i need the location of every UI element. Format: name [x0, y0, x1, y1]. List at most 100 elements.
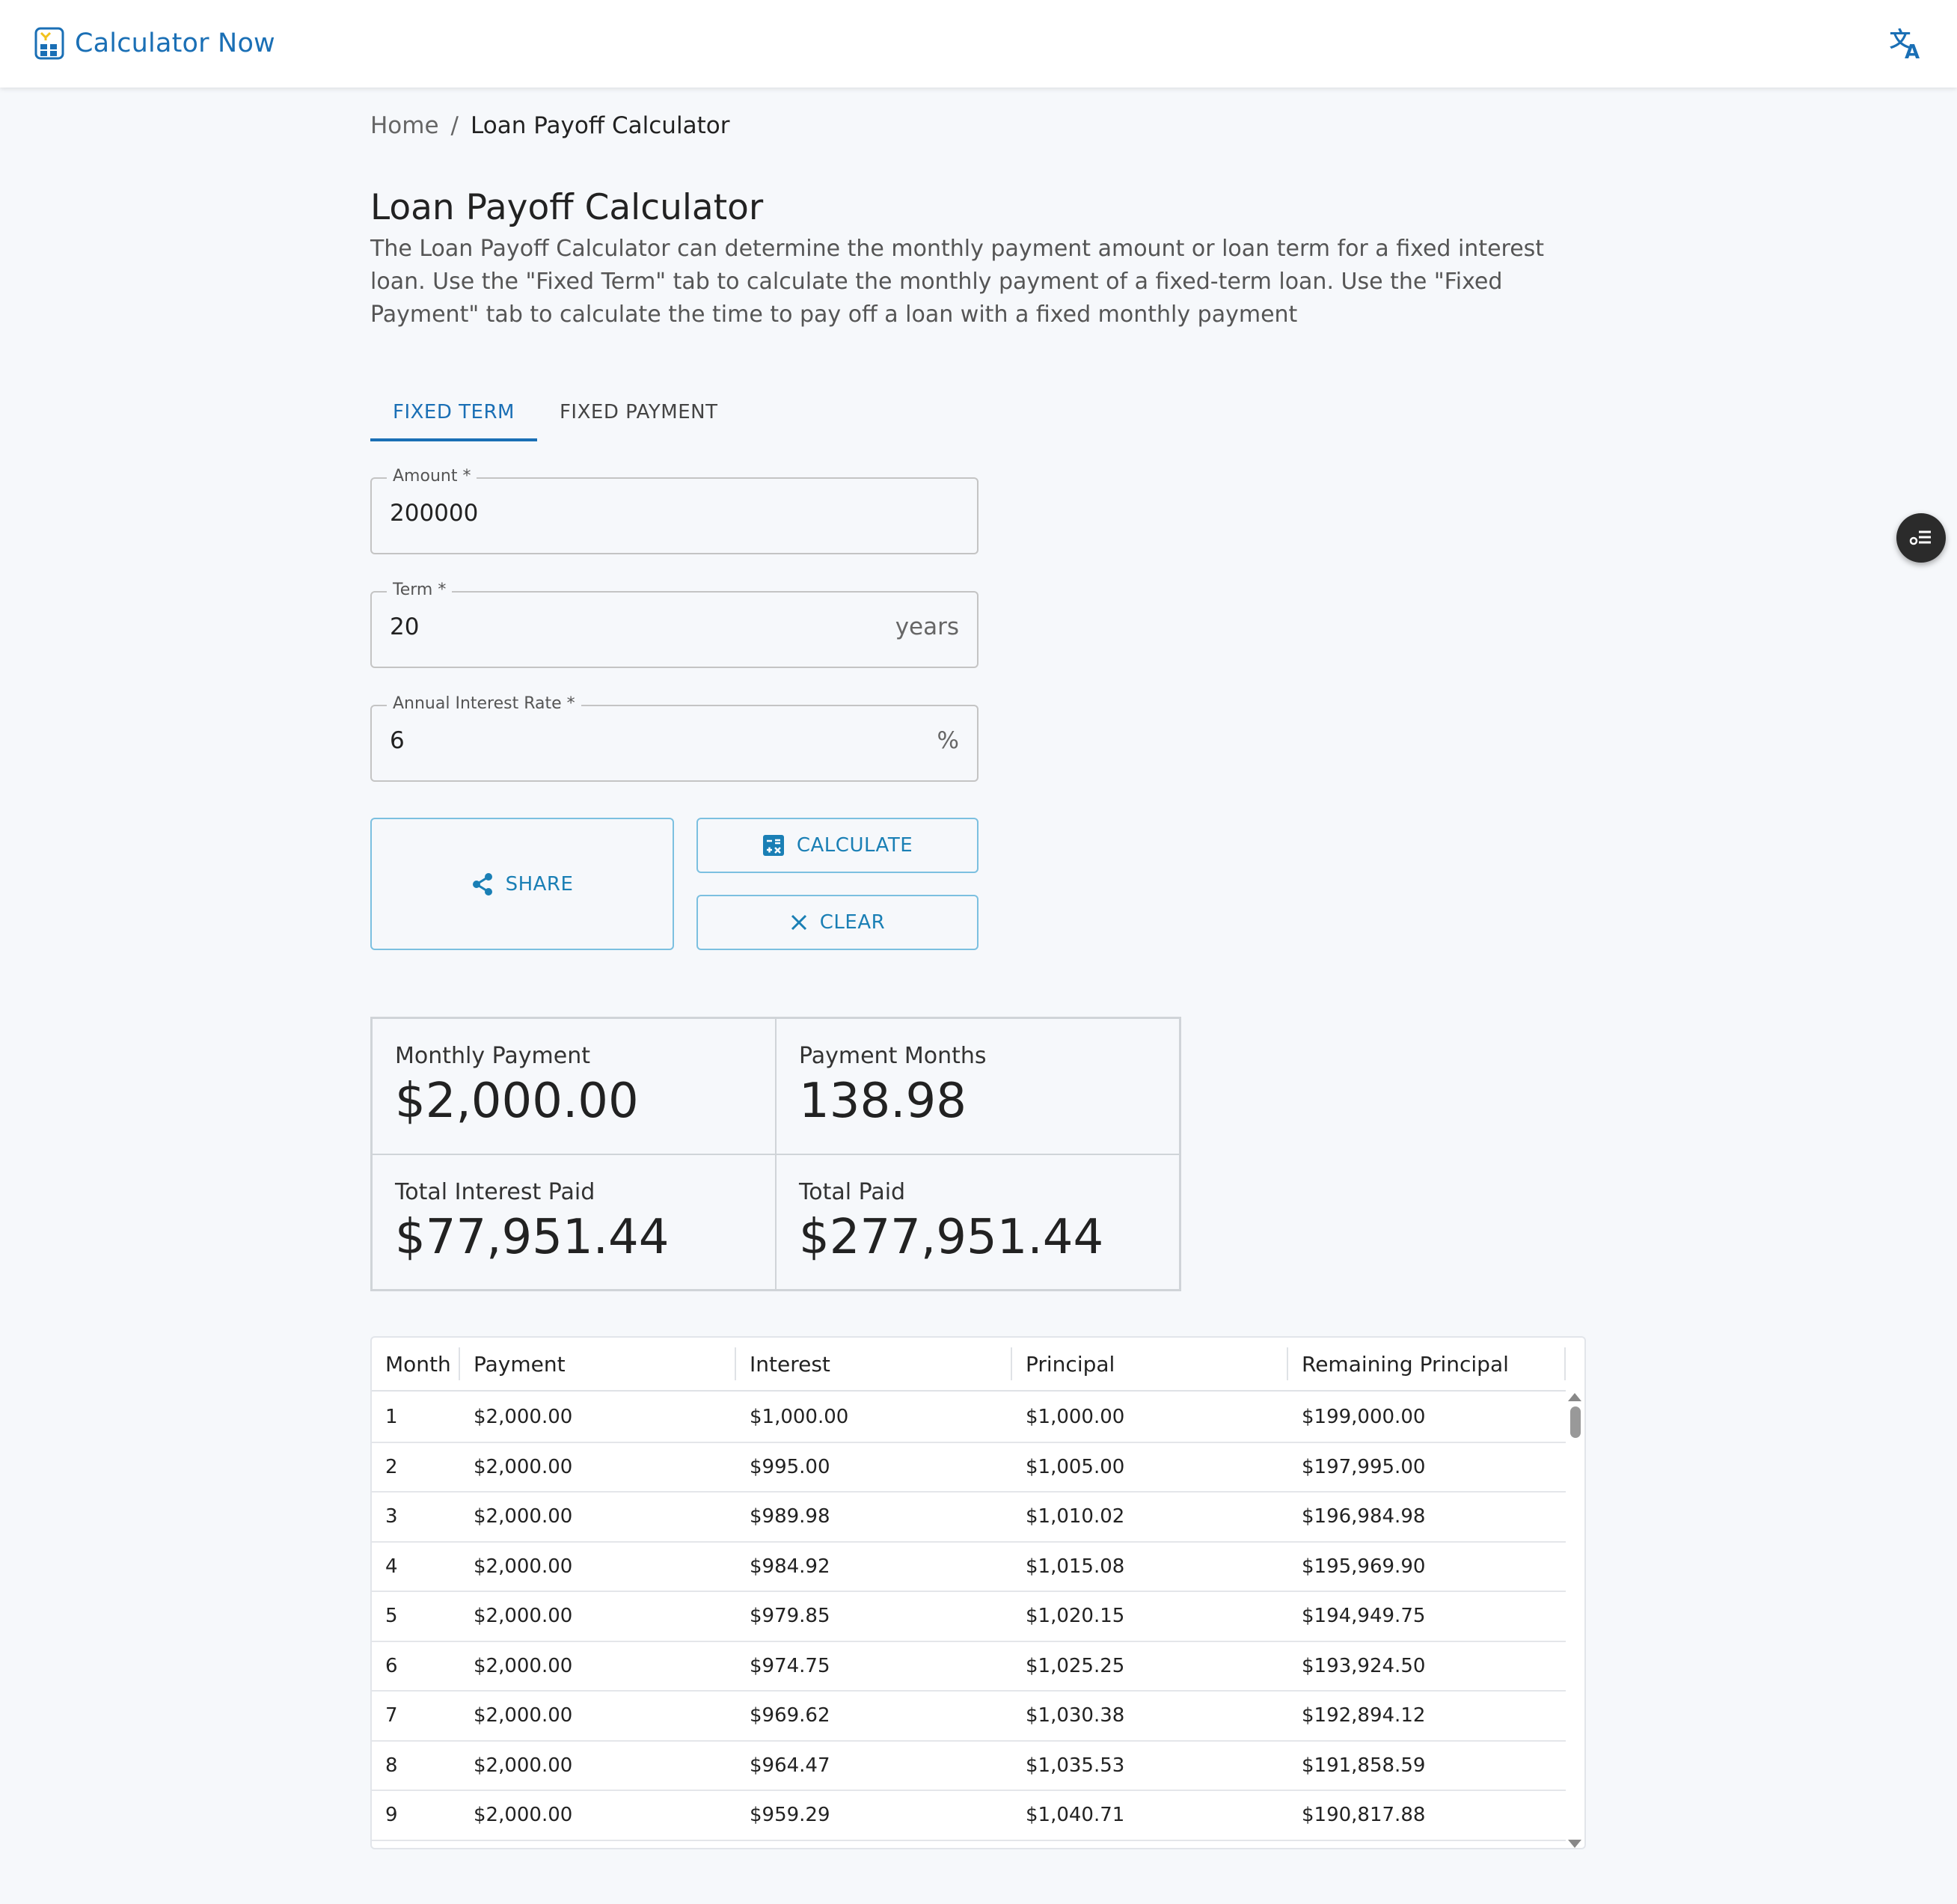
amount-input[interactable]: 200000	[390, 500, 478, 527]
breadcrumb-separator: /	[450, 112, 459, 139]
table-cell: $984.92	[750, 1555, 830, 1578]
table-cell: 8	[385, 1754, 398, 1777]
table-row: 6 $2,000.00 $974.75 $1,025.25 $193,924.50	[372, 1642, 1566, 1692]
close-icon	[791, 914, 806, 931]
table-cell: $195,969.90	[1302, 1555, 1426, 1578]
term-label: Term *	[387, 581, 453, 599]
table-body: 1 $2,000.00 $1,000.00 $1,000.00 $199,000.00 2…	[372, 1393, 1566, 1841]
interest-rate-field[interactable]: Annual Interest Rate * 6 %	[370, 694, 978, 782]
scrollbar-thumb[interactable]	[1570, 1406, 1581, 1438]
calculator-logo-icon	[34, 27, 64, 60]
table-cell: $979.85	[750, 1605, 830, 1628]
table-cell: $2,000.00	[474, 1505, 573, 1528]
table-cell: 2	[385, 1455, 398, 1478]
column-header-payment[interactable]: Payment	[460, 1338, 736, 1391]
table-cell: $1,000.00	[750, 1406, 849, 1429]
table-cell: $193,924.50	[1302, 1654, 1426, 1677]
table-cell: $964.47	[750, 1754, 830, 1777]
total-interest-label: Total Interest Paid	[395, 1178, 595, 1205]
table-cell: 9	[385, 1804, 398, 1827]
table-cell: $995.00	[750, 1455, 830, 1478]
breadcrumb-current: Loan Payoff Calculator	[471, 112, 730, 139]
table-cell: $199,000.00	[1302, 1406, 1426, 1429]
table-cell: $2,000.00	[474, 1804, 573, 1827]
table-cell: $959.29	[750, 1804, 830, 1827]
tab-fixed-term[interactable]: FIXED TERM	[370, 383, 537, 441]
term-unit: years	[895, 613, 959, 640]
amortization-table: Month Payment Interest Principal Remaini…	[370, 1336, 1586, 1849]
table-header: Month Payment Interest Principal Remaini…	[372, 1338, 1566, 1392]
results-summary: Monthly Payment $2,000.00 Payment Months…	[370, 1017, 1181, 1291]
total-paid-value: $277,951.44	[799, 1209, 1104, 1265]
interest-rate-unit: %	[937, 727, 959, 754]
table-cell: $2,000.00	[474, 1406, 573, 1429]
share-button[interactable]: SHARE	[370, 818, 674, 950]
page-title: Loan Payoff Calculator	[370, 187, 764, 228]
payment-months-value: 138.98	[799, 1074, 967, 1129]
scroll-up-arrow-icon[interactable]	[1568, 1393, 1581, 1401]
table-cell: $1,030.38	[1026, 1704, 1125, 1727]
term-field[interactable]: Term * 20 years	[370, 581, 978, 668]
table-cell: $2,000.00	[474, 1754, 573, 1777]
table-cell: $1,000.00	[1026, 1406, 1125, 1429]
translate-icon[interactable]: 文 A	[1888, 24, 1926, 61]
table-cell: $1,040.71	[1026, 1804, 1125, 1827]
table-cell: 6	[385, 1654, 398, 1677]
interest-rate-input[interactable]: 6	[390, 727, 405, 754]
column-header-principal[interactable]: Principal	[1012, 1338, 1288, 1391]
calculate-button-label: CALCULATE	[796, 834, 913, 857]
calculator-tabs: FIXED TERM FIXED PAYMENT	[370, 383, 740, 441]
calculate-button[interactable]: CALCULATE	[696, 818, 978, 873]
payment-months-label: Payment Months	[799, 1043, 987, 1069]
table-cell: $1,010.02	[1026, 1505, 1125, 1528]
tab-fixed-payment[interactable]: FIXED PAYMENT	[537, 383, 741, 441]
table-row: 5 $2,000.00 $979.85 $1,020.15 $194,949.75	[372, 1592, 1566, 1642]
monthly-payment-value: $2,000.00	[395, 1074, 639, 1129]
table-of-contents-button[interactable]	[1896, 513, 1946, 563]
table-cell: $989.98	[750, 1505, 830, 1528]
table-cell: $1,015.08	[1026, 1555, 1125, 1578]
clear-button[interactable]: CLEAR	[696, 895, 978, 950]
table-row: 9 $2,000.00 $959.29 $1,040.71 $190,817.88	[372, 1791, 1566, 1841]
table-cell: $1,020.15	[1026, 1605, 1125, 1628]
breadcrumb-home-link[interactable]: Home	[370, 112, 439, 139]
share-button-label: SHARE	[505, 872, 574, 896]
table-row: 7 $2,000.00 $969.62 $1,030.38 $192,894.12	[372, 1692, 1566, 1742]
table-row: 3 $2,000.00 $989.98 $1,010.02 $196,984.98	[372, 1493, 1566, 1543]
total-interest-result: Total Interest Paid $77,951.44	[372, 1154, 776, 1290]
scroll-down-arrow-icon[interactable]	[1568, 1840, 1581, 1848]
table-cell: $1,035.53	[1026, 1754, 1125, 1777]
column-header-month[interactable]: Month	[372, 1338, 460, 1391]
table-cell: $969.62	[750, 1704, 830, 1727]
column-header-remaining-principal[interactable]: Remaining Principal	[1288, 1338, 1566, 1391]
total-interest-value: $77,951.44	[395, 1209, 670, 1265]
app-bar: Calculator Now 文 A	[0, 0, 1957, 88]
amount-field[interactable]: Amount * 200000	[370, 467, 978, 554]
calculator-icon	[762, 835, 784, 856]
table-cell: $2,000.00	[474, 1555, 573, 1578]
breadcrumb: Home / Loan Payoff Calculator	[370, 112, 729, 139]
total-paid-label: Total Paid	[799, 1178, 906, 1205]
total-paid-result: Total Paid $277,951.44	[776, 1154, 1180, 1290]
table-scrollbar[interactable]	[1565, 1392, 1584, 1848]
table-cell: $1,025.25	[1026, 1654, 1125, 1677]
table-cell: $2,000.00	[474, 1654, 573, 1677]
share-icon	[472, 872, 492, 896]
amount-label: Amount *	[387, 467, 477, 486]
term-input[interactable]: 20	[390, 613, 419, 640]
table-cell: $974.75	[750, 1654, 830, 1677]
interest-rate-label: Annual Interest Rate *	[387, 694, 581, 713]
table-cell: $197,995.00	[1302, 1455, 1426, 1478]
column-header-interest[interactable]: Interest	[736, 1338, 1012, 1391]
table-cell: $1,005.00	[1026, 1455, 1125, 1478]
table-row: 2 $2,000.00 $995.00 $1,005.00 $197,995.00	[372, 1443, 1566, 1493]
monthly-payment-label: Monthly Payment	[395, 1043, 590, 1069]
table-cell: $2,000.00	[474, 1455, 573, 1478]
table-cell: 5	[385, 1605, 398, 1628]
brand-name: Calculator Now	[75, 28, 275, 58]
brand-link[interactable]: Calculator Now	[34, 27, 275, 60]
page-description: The Loan Payoff Calculator can determine…	[370, 236, 1545, 328]
table-cell: 3	[385, 1505, 398, 1528]
payment-months-result: Payment Months 138.98	[776, 1018, 1180, 1154]
table-row: 8 $2,000.00 $964.47 $1,035.53 $191,858.59	[372, 1742, 1566, 1791]
